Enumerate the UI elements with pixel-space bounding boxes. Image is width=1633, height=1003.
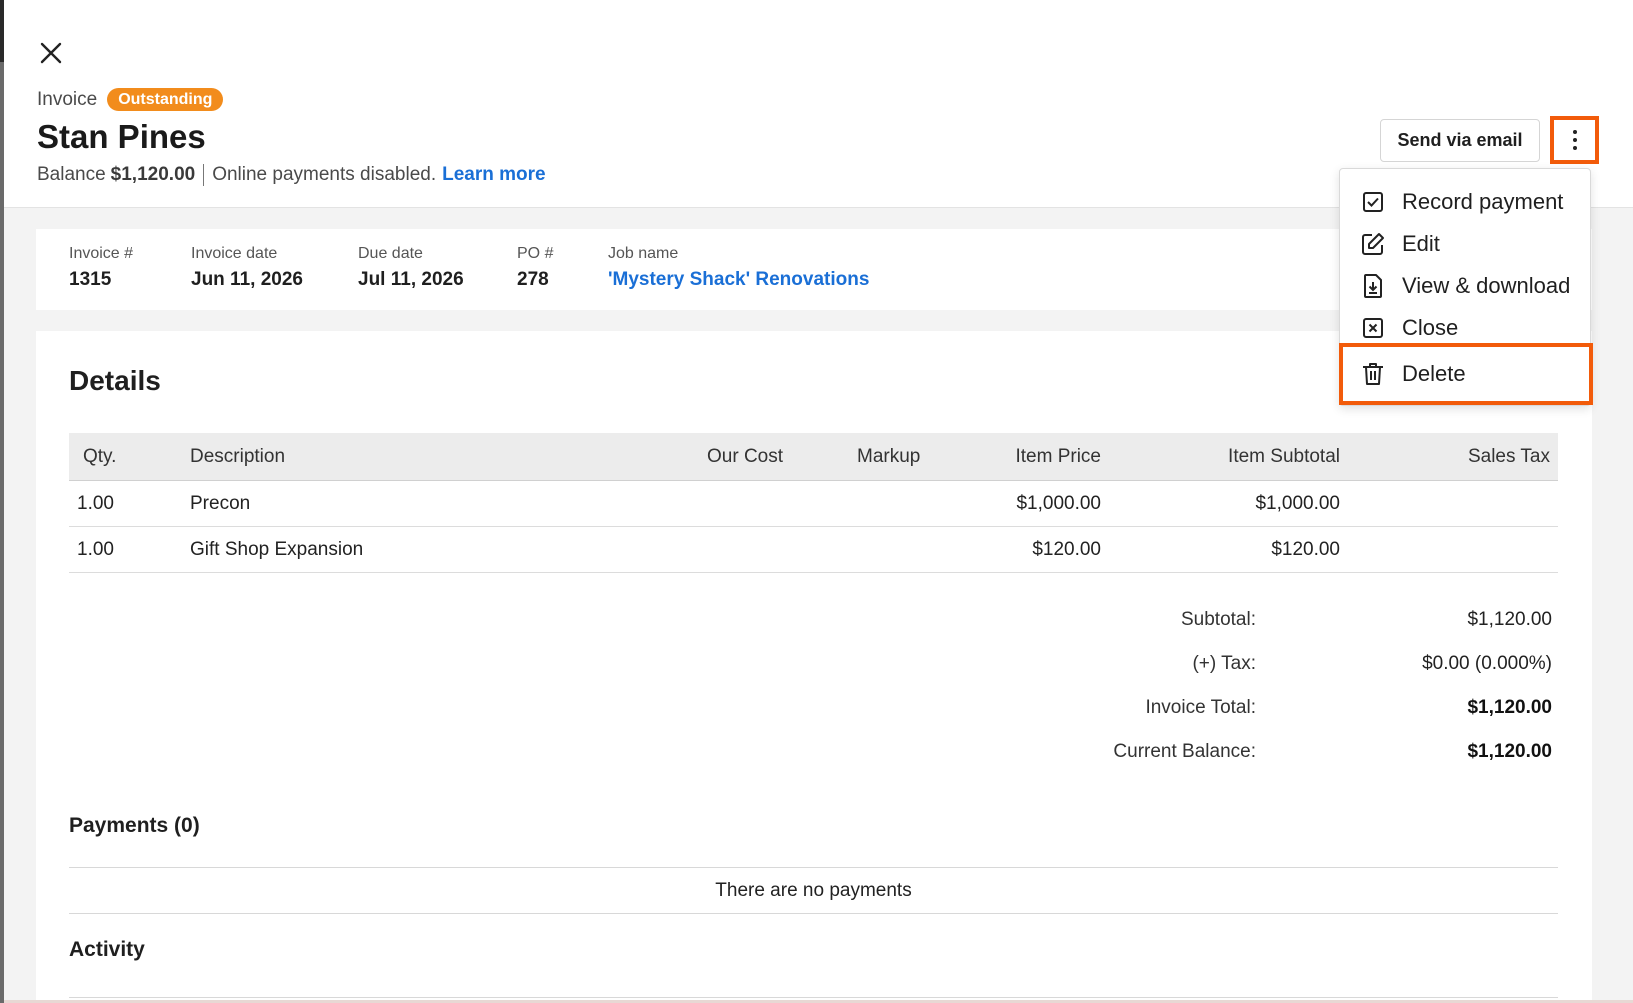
more-vertical-icon [1572, 130, 1577, 150]
invoice-date-field: Invoice date Jun 11, 2026 [191, 245, 303, 291]
divider [203, 164, 205, 186]
trash-icon [1360, 361, 1386, 387]
column-header-qty: Qty. [83, 445, 117, 467]
qty-cell: 1.00 [77, 538, 114, 560]
learn-more-link[interactable]: Learn more [442, 164, 545, 186]
job-name-label: Job name [608, 245, 679, 262]
po-label: PO # [517, 245, 554, 262]
details-card: Details Qty. Description Our Cost Markup… [36, 331, 1592, 1003]
file-download-icon [1360, 273, 1386, 299]
menu-item-label: Delete [1402, 361, 1466, 386]
invoice-date-value: Jun 11, 2026 [191, 269, 303, 290]
due-date-field: Due date Jul 11, 2026 [358, 245, 464, 291]
table-header: Qty. Description Our Cost Markup Item Pr… [69, 433, 1558, 481]
more-options-menu: Record payment Edit View & download Clos… [1339, 168, 1593, 406]
column-header-markup: Markup [857, 445, 921, 467]
window-edge [0, 0, 4, 1003]
item-subtotal-cell: $120.00 [1271, 538, 1340, 560]
column-header-sales-tax: Sales Tax [1467, 445, 1550, 467]
doc-type-row: Invoice Outstanding [37, 88, 224, 111]
job-name-link[interactable]: 'Mystery Shack' Renovations [608, 269, 869, 291]
subtotal-value: $1,120.00 [1467, 609, 1552, 630]
menu-item-label: View & download [1402, 273, 1571, 298]
pencil-icon [1360, 231, 1386, 257]
column-header-item-price: Item Price [1015, 445, 1101, 467]
details-title: Details [69, 365, 161, 396]
balance-value: $1,120.00 [110, 164, 196, 185]
payments-title: Payments (0) [69, 814, 200, 837]
column-header-our-cost: Our Cost [707, 445, 784, 467]
due-date-value: Jul 11, 2026 [358, 269, 464, 290]
item-subtotal-cell: $1,000.00 [1255, 492, 1340, 514]
payments-note: Online payments disabled. [212, 164, 437, 185]
x-square-icon [1360, 315, 1386, 341]
menu-item-edit[interactable]: Edit [1340, 223, 1592, 265]
item-price-cell: $1,000.00 [1016, 492, 1101, 514]
page-title: Stan Pines [37, 118, 206, 155]
invoice-total-label: Invoice Total: [1145, 697, 1256, 718]
current-balance-value: $1,120.00 [1467, 741, 1552, 762]
job-name-field: Job name 'Mystery Shack' Renovations [608, 245, 869, 291]
po-value: 278 [517, 269, 549, 290]
tax-value: $0.00 (0.000%) [1422, 653, 1552, 674]
menu-item-view-download[interactable]: View & download [1340, 265, 1592, 307]
close-icon[interactable] [36, 38, 66, 68]
invoice-number-value: 1315 [69, 269, 112, 290]
menu-item-record-payment[interactable]: Record payment [1340, 181, 1592, 223]
column-header-item-subtotal: Item Subtotal [1228, 445, 1340, 467]
description-cell: Gift Shop Expansion [190, 538, 364, 560]
due-date-label: Due date [358, 245, 423, 262]
item-price-cell: $120.00 [1032, 538, 1101, 560]
balance-line: Balance $1,120.00 Online payments disabl… [37, 164, 546, 186]
table-row: 1.00 Gift Shop Expansion $120.00 $120.00 [69, 527, 1558, 573]
more-options-button[interactable] [1550, 116, 1599, 164]
menu-item-label: Close [1402, 315, 1459, 340]
line-items-table: Qty. Description Our Cost Markup Item Pr… [69, 433, 1558, 573]
subtotal-label: Subtotal: [1181, 609, 1256, 630]
doc-type-label: Invoice [37, 88, 98, 110]
table-row: 1.00 Precon $1,000.00 $1,000.00 [69, 481, 1558, 527]
description-cell: Precon [190, 492, 251, 514]
send-via-email-button[interactable]: Send via email [1380, 119, 1540, 162]
invoice-total-value: $1,120.00 [1467, 697, 1552, 718]
menu-item-label: Record payment [1402, 189, 1564, 214]
invoice-number-label: Invoice # [69, 245, 134, 262]
payments-empty-state: There are no payments [69, 867, 1558, 914]
balance-label: Balance [37, 164, 106, 185]
status-badge: Outstanding [107, 88, 224, 111]
invoice-number-field: Invoice # 1315 [69, 245, 133, 291]
menu-item-label: Edit [1402, 231, 1440, 256]
activity-title: Activity [69, 938, 145, 961]
menu-item-delete[interactable]: Delete [1339, 343, 1593, 405]
po-field: PO # 278 [517, 245, 553, 291]
tax-label: (+) Tax: [1192, 653, 1256, 674]
column-header-description: Description [190, 445, 286, 467]
divider [69, 997, 1558, 998]
checkbox-icon [1360, 189, 1386, 215]
current-balance-label: Current Balance: [1113, 741, 1256, 762]
invoice-date-label: Invoice date [191, 245, 278, 262]
qty-cell: 1.00 [77, 492, 114, 514]
